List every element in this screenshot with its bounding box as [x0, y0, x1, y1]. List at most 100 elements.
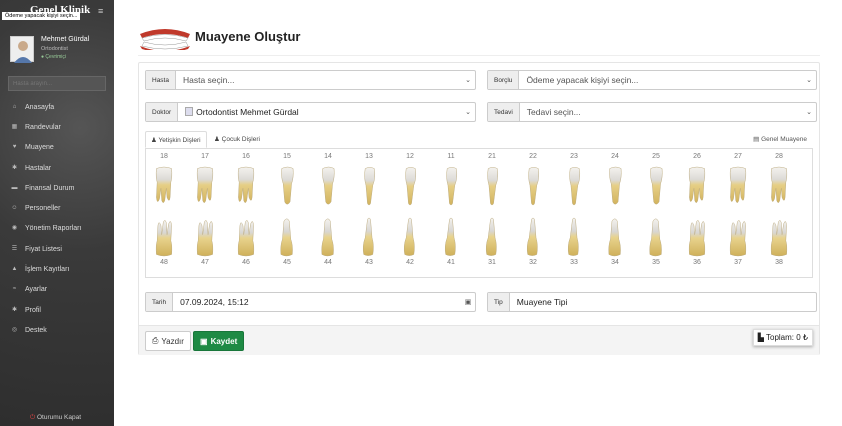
general-exam-label: Genel Muayene: [761, 136, 807, 143]
clipboard-icon: ▤: [753, 136, 760, 143]
cash-register-icon: ▙: [757, 333, 764, 342]
tooth-number: 22: [529, 153, 537, 160]
payer-select[interactable]: Borçlu Ödeme yapacak kişiyi seçin... ⌄: [487, 70, 817, 90]
sidebar-item-0[interactable]: ⌂ Anasayfa: [0, 97, 114, 117]
tooth-33[interactable]: [561, 215, 587, 259]
tab-child-teeth[interactable]: ♟ Çocuk Dişleri: [209, 131, 265, 148]
printer-icon: ⎙: [152, 336, 159, 345]
sidebar-item-7[interactable]: ☰ Fiyat Listesi: [0, 239, 114, 259]
tooth-number: 23: [570, 153, 578, 160]
sidebar-item-3[interactable]: ✱ Hastalar: [0, 158, 114, 178]
tooth-35[interactable]: [643, 215, 669, 259]
chart-icon: ▬: [11, 184, 18, 191]
tooth-number: 37: [734, 259, 742, 266]
print-label: Yazdır: [161, 336, 184, 346]
user-status: ● Çevrimiçi: [41, 54, 66, 60]
tooth-number: 48: [160, 259, 168, 266]
tooth-32[interactable]: [520, 215, 546, 259]
tooth-number: 42: [406, 259, 414, 266]
tooth-42[interactable]: [397, 215, 423, 259]
tooth-14[interactable]: [315, 164, 341, 208]
doctor-label: Doktor: [146, 103, 179, 121]
patient-value: Hasta seçin...: [182, 75, 235, 85]
avatar: [10, 36, 34, 63]
date-label: Tarih: [146, 293, 174, 311]
sidebar-item-4[interactable]: ▬ Finansal Durum: [0, 178, 114, 198]
date-field[interactable]: Tarih 07.09.2024, 15:12 ▣: [145, 292, 476, 312]
tooth-26[interactable]: [684, 164, 710, 208]
patient-select[interactable]: Hasta Hasta seçin... ⌄: [145, 70, 476, 90]
power-icon: ⏻: [30, 414, 36, 421]
tooth-number: 41: [447, 259, 455, 266]
tooth-12[interactable]: [397, 164, 423, 208]
tooth-21[interactable]: [479, 164, 505, 208]
doctor-select[interactable]: Doktor Ortodontist Mehmet Gürdal ⌄: [145, 102, 476, 122]
sidebar-item-10[interactable]: ✱ Profil: [0, 300, 114, 320]
users-icon: ☺: [11, 205, 18, 212]
calendar-icon[interactable]: ▣: [461, 298, 475, 306]
tooth-number: 35: [652, 259, 660, 266]
tooth-number: 45: [283, 259, 291, 266]
tooth-13[interactable]: [356, 164, 382, 208]
tooth-15[interactable]: [274, 164, 300, 208]
tooth-28[interactable]: [766, 164, 792, 208]
log-icon: ▲: [11, 266, 18, 273]
tooth-45[interactable]: [274, 215, 300, 259]
doctor-avatar-icon: [185, 107, 194, 116]
sidebar-item-6[interactable]: ◉ Yönetim Raporları: [0, 219, 114, 239]
tooth-46[interactable]: [233, 215, 259, 259]
doctor-value: Ortodontist Mehmet Gürdal: [178, 107, 461, 117]
sidebar-item-11[interactable]: ◎ Destek: [0, 320, 114, 340]
exam-form-card: Hasta Hasta seçin... ⌄ Borçlu Ödeme yapa…: [138, 62, 820, 355]
home-icon: ⌂: [12, 103, 17, 110]
tooth-22[interactable]: [520, 164, 546, 208]
tooth-38[interactable]: [766, 215, 792, 259]
tooth-number: 31: [488, 259, 496, 266]
tooth-37[interactable]: [725, 215, 751, 259]
patient-search-input[interactable]: [8, 76, 106, 91]
tooth-47[interactable]: [192, 215, 218, 259]
tooth-number: 15: [283, 153, 291, 160]
tooth-16[interactable]: [233, 164, 259, 208]
date-value[interactable]: 07.09.2024, 15:12: [173, 297, 461, 307]
tooth-number: 36: [693, 259, 701, 266]
type-field[interactable]: Tip Muayene Tipi: [487, 292, 817, 312]
save-button[interactable]: ▣ Kaydet: [193, 331, 245, 351]
tooth-41[interactable]: [438, 215, 464, 259]
tooth-11[interactable]: [438, 164, 464, 208]
profile-icon: ✱: [11, 306, 18, 313]
tooth-25[interactable]: [643, 164, 669, 208]
tooth-number: 44: [324, 259, 332, 266]
tooth-number: 13: [365, 153, 373, 160]
tooth-43[interactable]: [356, 215, 382, 259]
logout-link[interactable]: ⏻ Oturumu Kapat: [30, 414, 81, 422]
tooth-27[interactable]: [725, 164, 751, 208]
sidebar-item-9[interactable]: ≈ Ayarlar: [0, 280, 114, 300]
tooth-18[interactable]: [151, 164, 177, 208]
sidebar-item-5[interactable]: ☺ Personeller: [0, 198, 114, 218]
tooth-number: 18: [160, 153, 168, 160]
tooth-44[interactable]: [315, 215, 341, 259]
tooth-23[interactable]: [561, 164, 587, 208]
sidebar-item-1[interactable]: ▦ Randevular: [0, 117, 114, 137]
sidebar-item-label: Ayarlar: [25, 286, 48, 294]
tooth-number: 33: [570, 259, 578, 266]
tooth-number: 32: [529, 259, 537, 266]
tab-adult-label: Yetişkin Dişleri: [158, 137, 201, 144]
sidebar-item-8[interactable]: ▲ İşlem Kayıtları: [0, 259, 114, 279]
tab-child-label: Çocuk Dişleri: [221, 136, 260, 143]
tooth-34[interactable]: [602, 215, 628, 259]
sidebar-item-label: Anasayfa: [25, 103, 55, 111]
tooth-36[interactable]: [684, 215, 710, 259]
sidebar-item-2[interactable]: ♥ Muayene: [0, 138, 114, 158]
tab-adult-teeth[interactable]: ♟ Yetişkin Dişleri: [145, 131, 207, 148]
treatment-select[interactable]: Tedavi Tedavi seçin... ⌄: [487, 102, 817, 122]
chevron-down-icon: ⌄: [465, 109, 471, 116]
print-button[interactable]: ⎙ Yazdır: [145, 331, 191, 351]
general-exam-link[interactable]: ▤ Genel Muayene: [753, 135, 807, 143]
hamburger-icon[interactable]: ≡: [98, 6, 103, 16]
tooth-31[interactable]: [479, 215, 505, 259]
tooth-17[interactable]: [192, 164, 218, 208]
tooth-24[interactable]: [602, 164, 628, 208]
tooth-48[interactable]: [151, 215, 177, 259]
